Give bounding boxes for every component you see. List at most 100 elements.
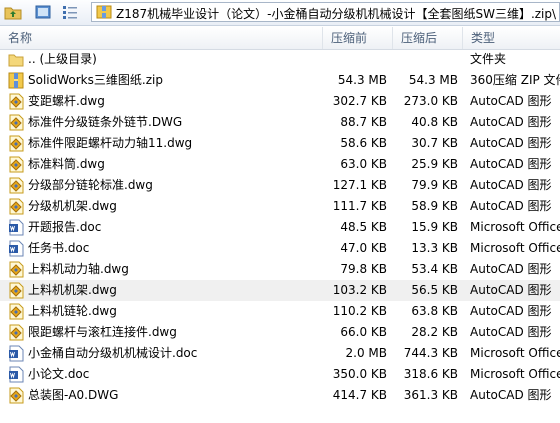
file-type: AutoCAD 图形: [470, 304, 552, 318]
file-size: 2.0 MB: [345, 346, 387, 360]
file-size: 66.0 KB: [340, 325, 387, 339]
file-name: 上料机机架.dwg: [28, 283, 117, 297]
file-size: 414.7 KB: [332, 388, 387, 402]
file-name: 小金桶自动分级机机械设计.doc: [28, 346, 198, 360]
word-doc-icon: [9, 240, 24, 257]
dwg-file-icon: [9, 135, 24, 152]
file-name: 分级部分链轮标准.dwg: [28, 178, 153, 192]
file-row[interactable]: 上料机动力轴.dwg 79.8 KB 53.4 KB AutoCAD 图形: [0, 259, 560, 280]
file-packed-size: 63.8 KB: [411, 304, 458, 318]
file-row[interactable]: 任务书.doc 47.0 KB 13.3 KB Microsoft Office: [0, 238, 560, 259]
file-packed-size: 15.9 KB: [411, 220, 458, 234]
file-name: 小论文.doc: [28, 367, 90, 381]
file-name: 标准件分级链条外链节.DWG: [28, 115, 183, 129]
file-size: 127.1 KB: [332, 178, 387, 192]
zip-archive-icon: [8, 72, 24, 89]
dwg-file-icon: [9, 114, 24, 131]
file-type: AutoCAD 图形: [470, 283, 552, 297]
file-type: 360压缩 ZIP 文件: [470, 73, 560, 87]
dwg-file-icon: [9, 261, 24, 278]
file-type: AutoCAD 图形: [470, 325, 552, 339]
file-row[interactable]: 总装图-A0.DWG 414.7 KB 361.3 KB AutoCAD 图形: [0, 385, 560, 406]
file-size: 111.7 KB: [332, 199, 387, 213]
file-row[interactable]: 标准料筒.dwg 63.0 KB 25.9 KB AutoCAD 图形: [0, 154, 560, 175]
file-packed-size: 53.4 KB: [411, 262, 458, 276]
file-row[interactable]: 限距螺杆与滚杠连接件.dwg 66.0 KB 28.2 KB AutoCAD 图形: [0, 322, 560, 343]
file-size: [326, 49, 387, 70]
file-row[interactable]: 分级机机架.dwg 111.7 KB 58.9 KB AutoCAD 图形: [0, 196, 560, 217]
file-packed-size: 28.2 KB: [411, 325, 458, 339]
file-type: Microsoft Office: [470, 367, 560, 381]
file-name: 上料机动力轴.dwg: [28, 262, 129, 276]
file-packed-size: 273.0 KB: [403, 94, 458, 108]
file-row[interactable]: .. (上级目录) 文件夹: [0, 49, 560, 70]
view-details-icon[interactable]: [61, 3, 79, 21]
file-size: 79.8 KB: [340, 262, 387, 276]
file-type: AutoCAD 图形: [470, 115, 552, 129]
file-type: AutoCAD 图形: [470, 262, 552, 276]
dwg-file-icon: [9, 303, 24, 320]
path-bar[interactable]: Z187机械毕业设计（论文）-小金桶自动分级机机械设计【全套图纸SW三维】.zi…: [91, 2, 560, 22]
file-packed-size: 13.3 KB: [411, 241, 458, 255]
word-doc-icon: [9, 345, 24, 362]
word-doc-icon: [9, 219, 24, 236]
file-packed-size: 79.9 KB: [411, 178, 458, 192]
file-size: 110.2 KB: [332, 304, 387, 318]
column-size[interactable]: 压缩前: [323, 27, 393, 49]
file-size: 47.0 KB: [340, 241, 387, 255]
file-type: Microsoft Office: [470, 241, 560, 255]
file-name: 任务书.doc: [28, 241, 90, 255]
file-name: 开题报告.doc: [28, 220, 102, 234]
file-row[interactable]: 上料机机架.dwg 103.2 KB 56.5 KB AutoCAD 图形: [0, 280, 560, 301]
path-text: Z187机械毕业设计（论文）-小金桶自动分级机机械设计【全套图纸SW三维】.zi…: [116, 7, 557, 21]
file-size: 48.5 KB: [340, 220, 387, 234]
view-thumbnails-icon[interactable]: [34, 3, 52, 21]
file-packed-size: 318.6 KB: [403, 367, 458, 381]
file-row[interactable]: 小金桶自动分级机机械设计.doc 2.0 MB 744.3 KB Microsoft …: [0, 343, 560, 364]
dwg-file-icon: [9, 387, 24, 404]
file-name: 分级机机架.dwg: [28, 199, 117, 213]
dwg-file-icon: [9, 177, 24, 194]
file-size: 103.2 KB: [332, 283, 387, 297]
file-type: Microsoft Office: [470, 220, 560, 234]
file-packed-size: 58.9 KB: [411, 199, 458, 213]
dwg-file-icon: [9, 93, 24, 110]
file-row[interactable]: 开题报告.doc 48.5 KB 15.9 KB Microsoft Office: [0, 217, 560, 238]
file-type: AutoCAD 图形: [470, 94, 552, 108]
file-type: AutoCAD 图形: [470, 388, 552, 402]
file-row[interactable]: SolidWorks三维图纸.zip 54.3 MB 54.3 MB 360压缩 ZI…: [0, 70, 560, 91]
file-packed-size: 30.7 KB: [411, 136, 458, 150]
file-packed-size: 361.3 KB: [403, 388, 458, 402]
file-row[interactable]: 分级部分链轮标准.dwg 127.1 KB 79.9 KB AutoCAD 图形: [0, 175, 560, 196]
column-header: 名称 压缩前 压缩后 类型: [0, 27, 560, 50]
file-row[interactable]: 上料机链轮.dwg 110.2 KB 63.8 KB AutoCAD 图形: [0, 301, 560, 322]
toolbar: Z187机械毕业设计（论文）-小金桶自动分级机机械设计【全套图纸SW三维】.zi…: [0, 0, 560, 26]
word-doc-icon: [9, 366, 24, 383]
file-name: 标准件限距螺杆动力轴11.dwg: [28, 136, 193, 150]
column-type[interactable]: 类型: [463, 27, 560, 49]
file-type: AutoCAD 图形: [470, 136, 552, 150]
file-size: 302.7 KB: [332, 94, 387, 108]
file-packed-size: 25.9 KB: [411, 157, 458, 171]
file-row[interactable]: 标准件分级链条外链节.DWG 88.7 KB 40.8 KB AutoCAD 图形: [0, 112, 560, 133]
file-type: AutoCAD 图形: [470, 199, 552, 213]
file-row[interactable]: 小论文.doc 350.0 KB 318.6 KB Microsoft Office: [0, 364, 560, 385]
file-packed-size: 54.3 MB: [408, 73, 458, 87]
dwg-file-icon: [9, 198, 24, 215]
file-name: 限距螺杆与滚杠连接件.dwg: [28, 325, 177, 339]
column-packed[interactable]: 压缩后: [393, 27, 463, 49]
file-name: .. (上级目录): [28, 52, 97, 66]
file-row[interactable]: 变距螺杆.dwg 302.7 KB 273.0 KB AutoCAD 图形: [0, 91, 560, 112]
file-size: 54.3 MB: [337, 73, 387, 87]
dwg-file-icon: [9, 282, 24, 299]
file-size: 63.0 KB: [340, 157, 387, 171]
folder-icon: [8, 54, 24, 67]
file-packed-size: 40.8 KB: [411, 115, 458, 129]
file-type: AutoCAD 图形: [470, 178, 552, 192]
column-name[interactable]: 名称: [0, 27, 323, 49]
up-folder-icon[interactable]: [4, 3, 22, 21]
file-row[interactable]: 标准件限距螺杆动力轴11.dwg 58.6 KB 30.7 KB AutoCAD 图形: [0, 133, 560, 154]
file-size: 58.6 KB: [340, 136, 387, 150]
file-packed-size: 744.3 KB: [403, 346, 458, 360]
file-type: 文件夹: [470, 52, 507, 66]
